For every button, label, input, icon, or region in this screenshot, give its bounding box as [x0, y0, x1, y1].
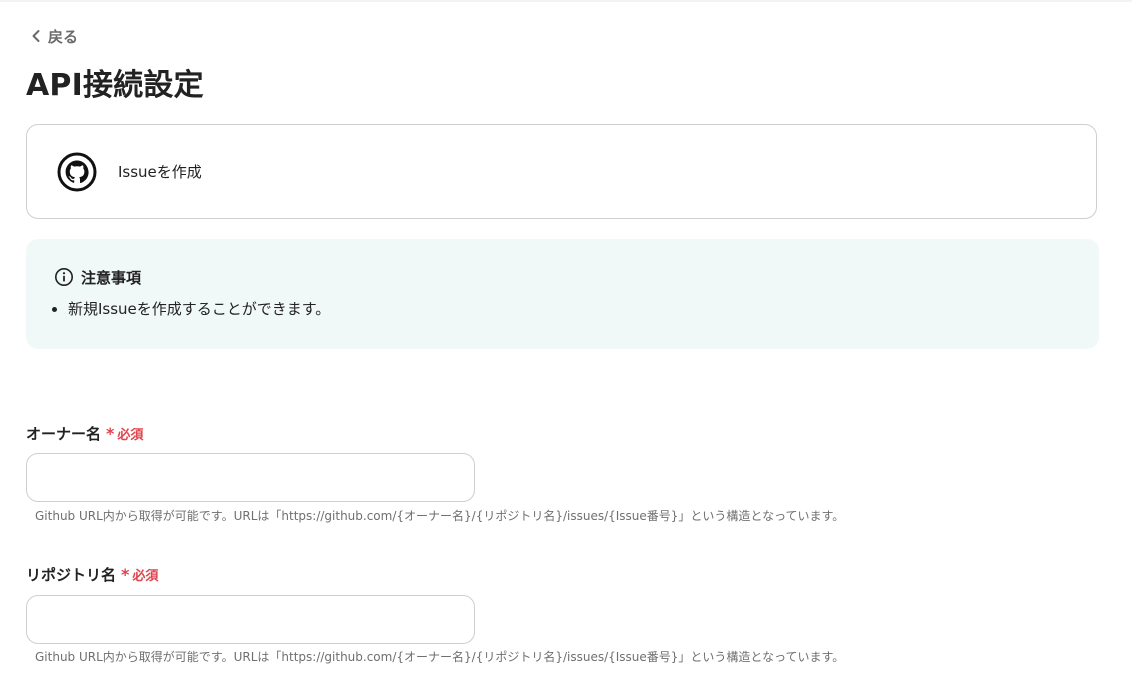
- notice-item: 新規Issueを作成することができます。: [68, 298, 1071, 320]
- back-link[interactable]: 戻る: [30, 25, 78, 47]
- top-divider: [0, 0, 1132, 2]
- repository-name-label: リポジトリ名 * 必須: [26, 562, 158, 586]
- owner-name-label: オーナー名 * 必須: [26, 421, 143, 445]
- owner-name-label-text: オーナー名: [26, 424, 102, 443]
- action-name: Issueを作成: [118, 163, 202, 181]
- owner-name-input[interactable]: [26, 453, 475, 502]
- required-text: 必須: [132, 568, 159, 584]
- owner-name-help: Github URL内から取得が可能です。URLは「https://github…: [35, 509, 845, 523]
- repository-name-help: Github URL内から取得が可能です。URLは「https://github…: [35, 650, 845, 664]
- required-mark: *: [106, 423, 115, 443]
- required-mark: *: [121, 564, 130, 584]
- repository-name-label-text: リポジトリ名: [26, 565, 117, 584]
- required-text: 必須: [117, 427, 144, 443]
- page-title: API接続設定: [26, 68, 204, 103]
- github-icon: [57, 152, 97, 191]
- notice-box: 注意事項 新規Issueを作成することができます。: [26, 239, 1099, 349]
- back-label: 戻る: [48, 27, 79, 46]
- chevron-left-icon: [32, 30, 40, 42]
- notice-list: 新規Issueを作成することができます。: [54, 298, 1071, 320]
- notice-title: 注意事項: [54, 265, 1071, 289]
- action-card: Issueを作成: [26, 124, 1097, 219]
- notice-title-text: 注意事項: [81, 268, 142, 287]
- info-icon: [55, 268, 73, 286]
- repository-name-input[interactable]: [26, 595, 475, 644]
